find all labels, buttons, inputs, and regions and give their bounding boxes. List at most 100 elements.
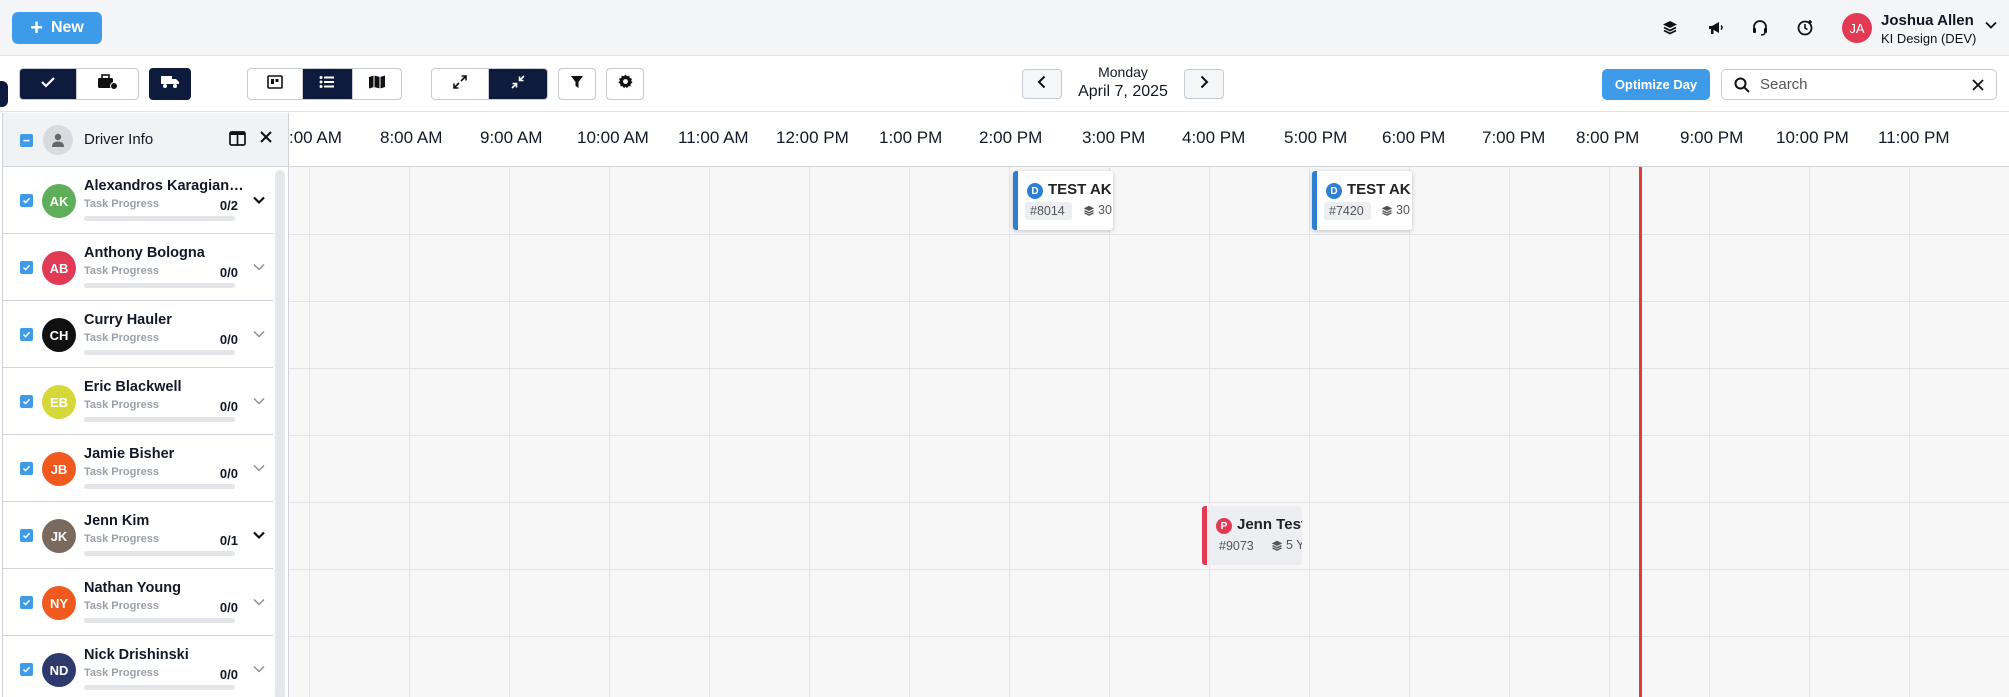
hour-label: 8:00 AM (380, 128, 443, 147)
chevron-down-icon[interactable] (252, 394, 266, 413)
expand-all-button[interactable] (432, 69, 490, 99)
list-view-tab[interactable] (303, 69, 353, 99)
optimize-day-button[interactable]: Optimize Day (1602, 69, 1710, 100)
driver-name: Curry Hauler (84, 312, 172, 328)
task-progress-bar (84, 283, 235, 288)
driver-row[interactable]: AB Anthony Bologna Task Progress 0/0 (3, 234, 273, 301)
user-avatar[interactable]: JA (1842, 13, 1872, 43)
megaphone-icon[interactable] (1703, 16, 1727, 40)
filter-button[interactable] (558, 68, 596, 100)
truck-view-button[interactable] (149, 68, 191, 100)
driver-row[interactable]: JB Jamie Bisher Task Progress 0/0 (3, 435, 273, 502)
driver-checkbox[interactable] (20, 261, 33, 274)
driver-checkbox[interactable] (20, 328, 33, 341)
map-icon (368, 75, 386, 94)
driver-row[interactable]: JK Jenn Kim Task Progress 0/1 (3, 502, 273, 569)
collapse-all-button[interactable] (489, 69, 547, 99)
driver-avatar: JK (42, 519, 76, 553)
driver-row[interactable]: EB Eric Blackwell Task Progress 0/0 (3, 368, 273, 435)
driver-row[interactable]: CH Curry Hauler Task Progress 0/0 (3, 301, 273, 368)
chevron-down-icon[interactable] (252, 528, 266, 547)
search-input[interactable] (1760, 76, 1950, 93)
sidebar-scrollbar[interactable] (275, 170, 285, 697)
driver-checkbox[interactable] (20, 395, 33, 408)
driver-row[interactable]: NY Nathan Young Task Progress 0/0 (3, 569, 273, 636)
driver-row[interactable]: ND Nick Drishinski Task Progress 0/0 (3, 636, 273, 697)
date-weekday: Monday (1098, 64, 1148, 80)
check-icon (40, 75, 56, 94)
next-day-button[interactable] (1184, 69, 1224, 99)
drawer-toggle-handle[interactable] (0, 81, 8, 107)
checked-view-toggle[interactable] (20, 69, 78, 99)
task-id: #9073 (1219, 539, 1254, 553)
task-progress-count: 0/0 (219, 600, 238, 615)
schedule-timeline: :00 AM 8:00 AM 9:00 AM 10:00 AM 11:00 AM 12:0… (289, 113, 2009, 697)
task-card[interactable]: D TEST AK #8014 30 (1013, 171, 1113, 230)
map-view-tab[interactable] (353, 69, 401, 99)
task-progress-label: Task Progress (84, 332, 160, 344)
task-type-badge: D (1326, 183, 1342, 199)
task-progress-bar (84, 350, 235, 355)
driver-info-title: Driver Info (84, 131, 154, 148)
task-progress-label: Task Progress (84, 198, 160, 210)
task-quantity: 30 (1098, 203, 1112, 217)
grid-line (289, 368, 2009, 369)
task-progress-count: 0/0 (219, 466, 238, 481)
chevron-down-icon[interactable] (1984, 18, 2000, 34)
task-progress-bar (84, 618, 235, 623)
grid-line (1709, 167, 1710, 697)
date-full[interactable]: April 7, 2025 (1043, 83, 1203, 101)
hour-label: 6:00 PM (1382, 128, 1446, 147)
grid-line (1809, 167, 1810, 697)
task-card[interactable]: D TEST AK #7420 30 (1312, 171, 1412, 230)
user-name[interactable]: Joshua Allen (1881, 12, 1974, 29)
column-layout-icon[interactable] (229, 131, 246, 151)
hour-label: 11:00 AM (678, 128, 749, 147)
timeline-hour-header: :00 AM 8:00 AM 9:00 AM 10:00 AM 11:00 AM 12:0… (289, 113, 2009, 167)
collapse-icon (511, 74, 525, 94)
driver-avatar: JB (42, 452, 76, 486)
driver-checkbox[interactable] (20, 529, 33, 542)
hour-label: 7:00 PM (1482, 128, 1546, 147)
driver-checkbox[interactable] (20, 596, 33, 609)
chevron-down-icon[interactable] (252, 662, 266, 681)
driver-sidebar: Driver Info AK Alexandros Karagiannis Ta… (2, 113, 289, 697)
board-view-tab[interactable] (248, 69, 304, 99)
driver-avatar: CH (42, 318, 76, 352)
task-progress-label: Task Progress (84, 600, 160, 612)
list-icon (319, 75, 335, 94)
expand-icon (453, 74, 467, 94)
support-headset-icon[interactable] (1748, 16, 1772, 40)
new-button[interactable]: + New (12, 12, 102, 44)
chevron-down-icon[interactable] (252, 327, 266, 346)
equipment-view-toggle[interactable] (77, 69, 138, 99)
settings-button[interactable] (606, 68, 644, 100)
task-progress-label: Task Progress (84, 533, 160, 545)
select-all-checkbox[interactable] (20, 134, 33, 147)
history-clock-icon[interactable] (1793, 16, 1817, 40)
task-progress-label: Task Progress (84, 265, 160, 277)
close-icon[interactable] (259, 130, 273, 149)
driver-checkbox[interactable] (20, 462, 33, 475)
gear-icon (617, 74, 633, 94)
chevron-down-icon[interactable] (252, 193, 266, 212)
task-progress-label: Task Progress (84, 466, 160, 478)
driver-name: Eric Blackwell (84, 379, 182, 395)
grid-line (289, 636, 2009, 637)
chevron-down-icon[interactable] (252, 260, 266, 279)
toolbox-icon (97, 73, 119, 95)
status-toggle-group (19, 68, 139, 100)
driver-checkbox[interactable] (20, 194, 33, 207)
chevron-down-icon[interactable] (252, 595, 266, 614)
task-progress-count: 0/2 (219, 198, 238, 213)
task-card[interactable]: P Jenn Test #9073 5 Y (1202, 506, 1302, 565)
layers-icon[interactable] (1658, 16, 1682, 40)
filter-icon (570, 75, 584, 94)
task-title: TEST AK (1048, 181, 1112, 198)
driver-row[interactable]: AK Alexandros Karagiannis Task Progress … (3, 167, 273, 234)
task-progress-count: 0/0 (219, 265, 238, 280)
clear-search-icon[interactable] (1972, 78, 1984, 91)
chevron-down-icon[interactable] (252, 461, 266, 480)
driver-checkbox[interactable] (20, 663, 33, 676)
task-progress-bar (84, 417, 235, 422)
